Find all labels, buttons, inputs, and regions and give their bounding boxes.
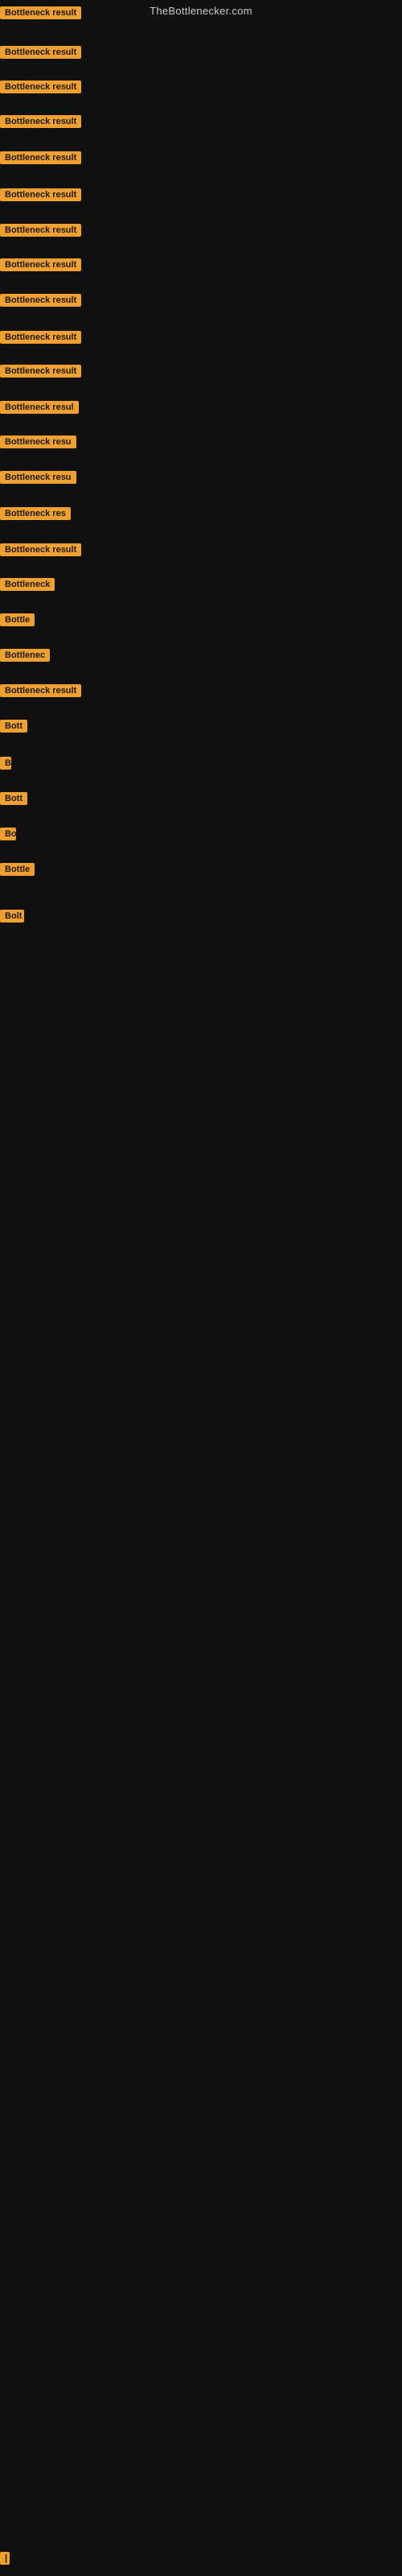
bottleneck-badge[interactable]: Bo bbox=[0, 828, 16, 840]
bottleneck-badge-row-21: Bott bbox=[0, 720, 27, 737]
bottleneck-badge[interactable]: Bottlenec bbox=[0, 649, 50, 662]
bottleneck-badge[interactable]: Bottleneck result bbox=[0, 258, 81, 271]
bottleneck-badge-row-27: | bbox=[0, 2552, 10, 2569]
bottleneck-badge[interactable]: Bottleneck resu bbox=[0, 436, 76, 448]
bottleneck-badge-row-15: Bottleneck res bbox=[0, 507, 71, 524]
bottleneck-badge-row-25: Bottle bbox=[0, 863, 35, 880]
bottleneck-badge-row-8: Bottleneck result bbox=[0, 258, 81, 275]
bottleneck-badge-row-10: Bottleneck result bbox=[0, 331, 81, 348]
bottleneck-badge[interactable]: Bottleneck resu bbox=[0, 471, 76, 484]
bottleneck-badge-row-23: Bott bbox=[0, 792, 27, 809]
bottleneck-badge[interactable]: Bottleneck result bbox=[0, 543, 81, 556]
bottleneck-badge[interactable]: Bottleneck result bbox=[0, 6, 81, 19]
bottleneck-badge-row-7: Bottleneck result bbox=[0, 224, 81, 241]
bottleneck-badge-row-24: Bo bbox=[0, 828, 16, 844]
bottleneck-badge-row-16: Bottleneck result bbox=[0, 543, 81, 560]
bottleneck-badge-row-2: Bottleneck result bbox=[0, 46, 81, 63]
bottleneck-badge-row-1: Bottleneck result bbox=[0, 6, 81, 23]
bottleneck-badge[interactable]: Bottleneck result bbox=[0, 188, 81, 201]
bottleneck-badge[interactable]: Bottle bbox=[0, 863, 35, 876]
bottleneck-badge-row-9: Bottleneck result bbox=[0, 294, 81, 311]
bottleneck-badge[interactable]: Bottleneck result bbox=[0, 80, 81, 93]
bottleneck-badge[interactable]: B bbox=[0, 757, 11, 770]
bottleneck-badge[interactable]: Bolt bbox=[0, 910, 24, 923]
bottleneck-badge[interactable]: Bottleneck result bbox=[0, 151, 81, 164]
bottleneck-badge-row-12: Bottleneck resul bbox=[0, 401, 79, 418]
bottleneck-badge-row-11: Bottleneck result bbox=[0, 365, 81, 382]
bottleneck-badge-row-19: Bottlenec bbox=[0, 649, 50, 666]
bottleneck-badge[interactable]: Bottle bbox=[0, 613, 35, 626]
bottleneck-badge[interactable]: Bottleneck resul bbox=[0, 401, 79, 414]
bottleneck-badge-row-26: Bolt bbox=[0, 910, 24, 927]
bottleneck-badge[interactable]: Bottleneck result bbox=[0, 684, 81, 697]
bottleneck-badge-row-5: Bottleneck result bbox=[0, 151, 81, 168]
bottleneck-badge[interactable]: Bottleneck result bbox=[0, 224, 81, 237]
bottleneck-badge[interactable]: Bottleneck result bbox=[0, 365, 81, 378]
bottleneck-badge-row-22: B bbox=[0, 757, 11, 774]
bottleneck-badge[interactable]: | bbox=[0, 2552, 10, 2565]
bottleneck-badge[interactable]: Bottleneck result bbox=[0, 331, 81, 344]
bottleneck-badge-row-3: Bottleneck result bbox=[0, 80, 81, 97]
bottleneck-badge[interactable]: Bottleneck res bbox=[0, 507, 71, 520]
bottleneck-badge[interactable]: Bottleneck result bbox=[0, 294, 81, 307]
bottleneck-badge-row-18: Bottle bbox=[0, 613, 35, 630]
bottleneck-badge[interactable]: Bottleneck bbox=[0, 578, 55, 591]
bottleneck-badge-row-4: Bottleneck result bbox=[0, 115, 81, 132]
bottleneck-badge-row-20: Bottleneck result bbox=[0, 684, 81, 701]
bottleneck-badge-row-14: Bottleneck resu bbox=[0, 471, 76, 488]
bottleneck-badge[interactable]: Bottleneck result bbox=[0, 115, 81, 128]
bottleneck-badge-row-17: Bottleneck bbox=[0, 578, 55, 595]
bottleneck-badge-row-6: Bottleneck result bbox=[0, 188, 81, 205]
bottleneck-badge-row-13: Bottleneck resu bbox=[0, 436, 76, 452]
bottleneck-badge[interactable]: Bott bbox=[0, 792, 27, 805]
bottleneck-badge[interactable]: Bottleneck result bbox=[0, 46, 81, 59]
bottleneck-badge[interactable]: Bott bbox=[0, 720, 27, 733]
